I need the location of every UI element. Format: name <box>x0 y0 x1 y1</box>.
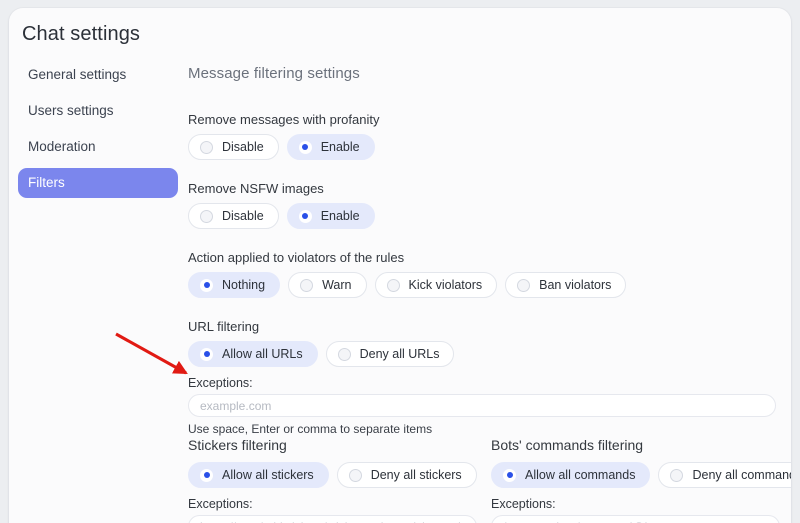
section-title: Message filtering settings <box>188 65 360 82</box>
group-label-bots: Bots' commands filtering <box>491 437 644 453</box>
sidebar-item-users-settings[interactable]: Users settings <box>18 96 178 126</box>
group-violator-action: Action applied to violators of the rules… <box>188 250 787 298</box>
group-label-profanity: Remove messages with profanity <box>188 112 380 127</box>
radio-circle-icon <box>348 468 362 482</box>
radio-circle-icon <box>300 278 314 292</box>
column-stickers: Stickers filtering Allow all stickers De… <box>188 437 477 523</box>
radio-bots-allow-all[interactable]: Allow all commands <box>491 462 651 488</box>
group-stickers-filtering: Stickers filtering Allow all stickers De… <box>188 437 477 523</box>
radio-label: Allow all URLs <box>222 347 303 361</box>
radio-group-violators: Nothing Warn Kick violators Ban violator… <box>188 272 787 298</box>
sidebar-item-general-settings[interactable]: General settings <box>18 60 178 90</box>
radio-label: Disable <box>222 209 264 223</box>
radio-circle-selected-icon <box>503 468 516 482</box>
stickers-exceptions-label: Exceptions: <box>188 497 253 511</box>
radio-circle-icon <box>670 468 684 482</box>
url-exceptions-hint: Use space, Enter or comma to separate it… <box>188 422 433 436</box>
radio-group-nsfw: Disable Enable <box>188 203 787 229</box>
radio-group-url: Allow all URLs Deny all URLs <box>188 341 776 367</box>
settings-sidebar: General settings Users settings Moderati… <box>18 60 178 204</box>
radio-label: Deny all stickers <box>370 468 462 482</box>
bottom-columns: Stickers filtering Allow all stickers De… <box>188 437 791 523</box>
radio-label: Disable <box>222 140 264 154</box>
settings-content: Message filtering settings Remove messag… <box>179 60 791 523</box>
radio-circle-selected-icon <box>200 278 213 292</box>
radio-url-allow-all[interactable]: Allow all URLs <box>188 341 318 367</box>
radio-circle-selected-icon <box>200 347 213 361</box>
radio-label: Kick violators <box>408 278 483 292</box>
radio-circle-selected-icon <box>298 140 312 154</box>
radio-circle-selected-icon <box>200 468 213 482</box>
radio-circle-icon <box>200 209 213 223</box>
radio-label: Allow all stickers <box>222 468 314 482</box>
radio-circle-icon <box>200 140 213 154</box>
radio-group-profanity: Disable Enable <box>188 134 787 160</box>
radio-profanity-enable[interactable]: Enable <box>286 134 375 160</box>
radio-violators-nothing[interactable]: Nothing <box>188 272 281 298</box>
radio-url-deny-all[interactable]: Deny all URLs <box>325 341 455 367</box>
radio-group-bots: Allow all commands Deny all commands <box>491 462 791 488</box>
radio-violators-warn[interactable]: Warn <box>288 272 367 298</box>
group-label-url-filtering: URL filtering <box>188 319 260 334</box>
radio-label: Enable <box>320 140 360 154</box>
radio-label: Enable <box>320 209 360 223</box>
radio-circle-icon <box>386 278 400 292</box>
group-remove-profanity: Remove messages with profanity Disable E… <box>188 112 787 160</box>
group-bots-commands-filtering: Bots' commands filtering Allow all comma… <box>491 437 791 523</box>
url-exceptions-input[interactable] <box>188 394 776 417</box>
sidebar-item-filters[interactable]: Filters <box>18 168 178 198</box>
radio-label: Deny all commands <box>692 468 791 482</box>
radio-violators-kick[interactable]: Kick violators <box>374 272 498 298</box>
group-label-stickers: Stickers filtering <box>188 437 287 453</box>
radio-label: Ban violators <box>539 278 612 292</box>
radio-nsfw-disable[interactable]: Disable <box>188 203 279 229</box>
radio-label: Nothing <box>222 278 266 292</box>
radio-circle-icon <box>337 347 351 361</box>
radio-circle-icon <box>517 278 531 292</box>
radio-violators-ban[interactable]: Ban violators <box>505 272 627 298</box>
radio-label: Deny all URLs <box>359 347 440 361</box>
group-label-violators: Action applied to violators of the rules <box>188 250 405 265</box>
chat-settings-card: Chat settings General settings Users set… <box>9 8 791 523</box>
stickers-exceptions-input[interactable] <box>188 515 477 523</box>
bots-exceptions-input[interactable] <box>491 515 780 523</box>
column-bots: Bots' commands filtering Allow all comma… <box>491 437 791 523</box>
page-title: Chat settings <box>22 23 141 45</box>
radio-label: Allow all commands <box>525 468 636 482</box>
group-remove-nsfw: Remove NSFW images Disable Enable <box>188 181 787 229</box>
radio-label: Warn <box>322 278 352 292</box>
radio-stickers-allow-all[interactable]: Allow all stickers <box>188 462 329 488</box>
radio-group-stickers: Allow all stickers Deny all stickers <box>188 462 477 488</box>
sidebar-item-moderation[interactable]: Moderation <box>18 132 178 162</box>
radio-circle-selected-icon <box>298 209 312 223</box>
group-url-filtering: URL filtering Allow all URLs Deny all UR… <box>188 319 776 436</box>
radio-profanity-disable[interactable]: Disable <box>188 134 279 160</box>
url-exceptions-label: Exceptions: <box>188 376 253 390</box>
bots-exceptions-label: Exceptions: <box>491 497 556 511</box>
group-label-nsfw: Remove NSFW images <box>188 181 324 196</box>
radio-bots-deny-all[interactable]: Deny all commands <box>658 462 791 488</box>
radio-stickers-deny-all[interactable]: Deny all stickers <box>336 462 477 488</box>
radio-nsfw-enable[interactable]: Enable <box>286 203 375 229</box>
screenshot-root: Chat settings General settings Users set… <box>0 0 800 523</box>
